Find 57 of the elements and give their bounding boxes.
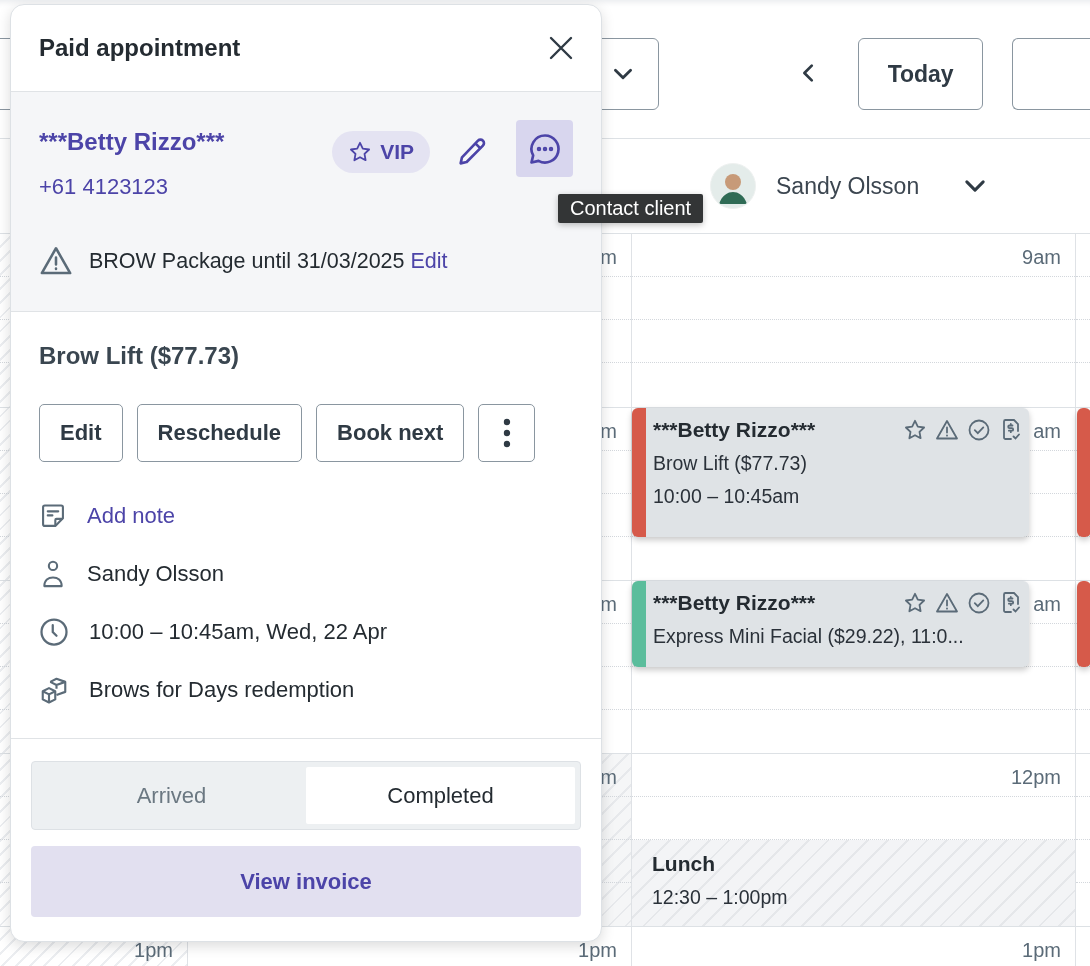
warning-icon (935, 591, 959, 615)
appointment-detail: Brow Lift ($77.73) (653, 452, 808, 475)
clock-icon (39, 617, 69, 647)
hour-label: m (600, 246, 617, 269)
avatar (710, 163, 756, 209)
hour-label: am (1033, 420, 1061, 443)
appointment-detail: Express Mini Facial ($29.22), 11:0... (653, 625, 965, 648)
star-icon (348, 139, 373, 164)
status-tab[interactable]: Completed (306, 767, 575, 824)
hour-label: 12pm (1010, 766, 1061, 789)
star-icon (903, 591, 927, 615)
detail-text: Sandy Olsson (87, 561, 224, 587)
add-note-link[interactable]: Add note (87, 503, 176, 529)
package-alert-text: BROW Package until 31/03/2025 Edit (89, 248, 448, 274)
more-button[interactable] (478, 404, 536, 462)
close-icon[interactable] (549, 36, 573, 60)
star-icon (903, 418, 927, 442)
detail-text: Brows for Days redemption (89, 677, 355, 703)
hour-label: m (600, 593, 617, 616)
action-button[interactable]: Edit (39, 404, 123, 462)
hour-label: m (600, 420, 617, 443)
hour-label: am (1033, 593, 1061, 616)
client-name: ***Betty Rizzo*** (653, 418, 816, 442)
action-button[interactable]: Reschedule (136, 404, 303, 462)
tooltip: Contact client (558, 194, 704, 223)
action-button[interactable]: Book next (316, 404, 465, 462)
hour-label: 1pm (134, 939, 173, 962)
phone-link[interactable]: +61 4123123 (39, 174, 225, 200)
break-time: 12:30 – 1:00pm (652, 886, 789, 909)
check-circle-icon (967, 418, 991, 442)
note-icon (39, 502, 67, 530)
edit-link[interactable]: Edit (410, 248, 448, 273)
staff-name[interactable]: Sandy Olsson (776, 172, 920, 200)
vip-label: VIP (380, 139, 414, 164)
client-name: ***Betty Rizzo*** (653, 591, 816, 615)
popover-title: Paid appointment (39, 34, 241, 62)
hour-label: 1pm (1022, 939, 1061, 962)
next-button[interactable] (1012, 38, 1090, 110)
client-name-link[interactable]: ***Betty Rizzo*** (39, 128, 225, 156)
status-tab[interactable]: Arrived (37, 767, 306, 824)
detail-text: 10:00 – 10:45am, Wed, 22 Apr (89, 619, 388, 645)
appointment-card[interactable]: ***Betty Rizzo*** Brow Lift ($77.73) 10:00 – 10:45am (632, 408, 1029, 537)
more-icon (502, 418, 511, 448)
break-title: Lunch (652, 852, 716, 876)
warning-icon (935, 418, 959, 442)
pencil-icon[interactable] (456, 135, 488, 168)
today-button[interactable]: Today (857, 38, 984, 110)
contact-client-button[interactable] (516, 120, 573, 177)
appointment-detail: 10:00 – 10:45am (653, 485, 801, 508)
hour-label: m (600, 766, 617, 789)
hour-label: 1pm (578, 939, 617, 962)
appointment-card[interactable]: ***Betty Rizzo*** Express Mini Facial ($29.22), 11:0... (632, 581, 1029, 667)
check-circle-icon (967, 591, 991, 615)
view-invoice-button[interactable]: View invoice (31, 846, 581, 917)
boxes-icon (39, 675, 69, 705)
service-title: Brow Lift ($77.73) (39, 342, 241, 370)
hour-label: 9am (1022, 246, 1061, 269)
